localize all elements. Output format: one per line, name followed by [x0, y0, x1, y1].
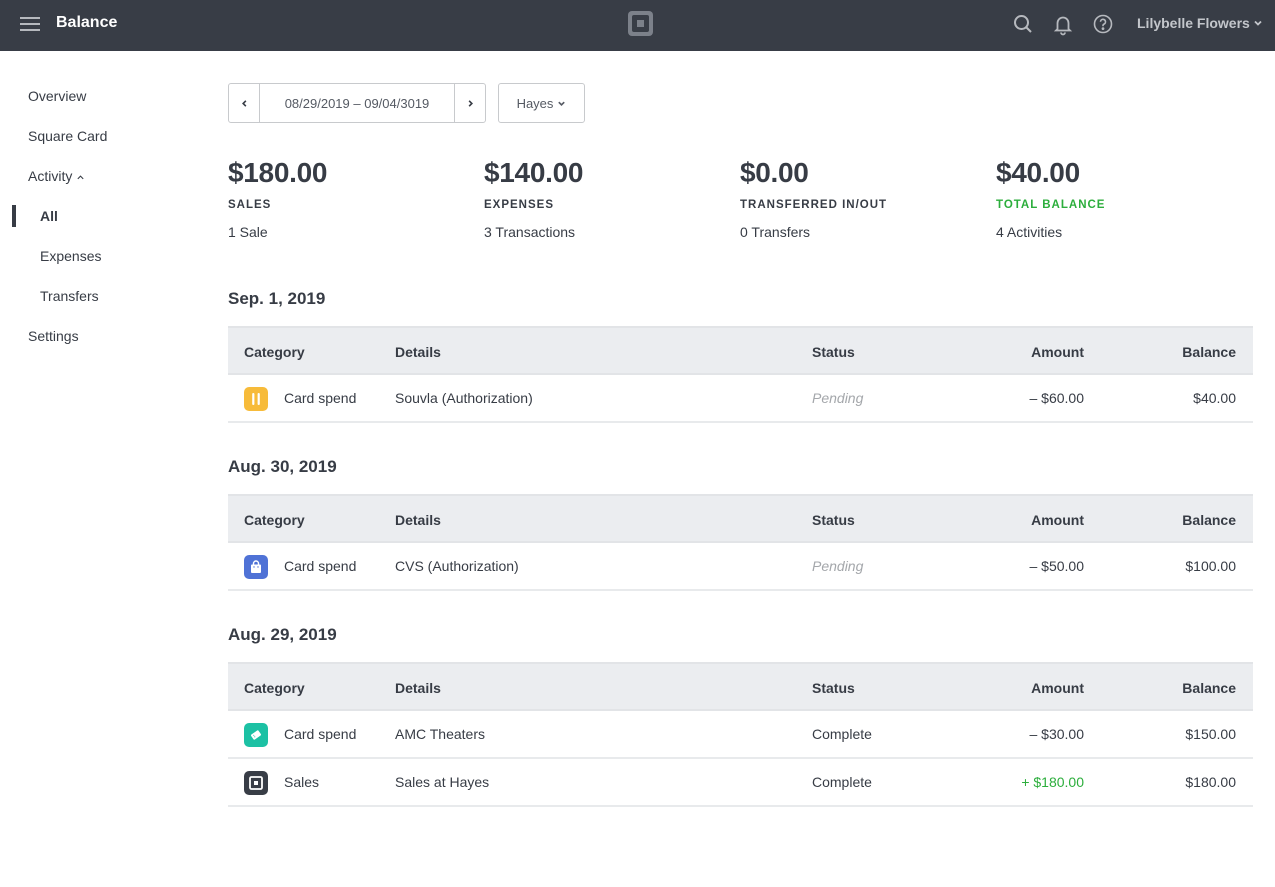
summary-sales: $180.00 SALES 1 Sale	[228, 157, 468, 240]
help-icon[interactable]	[1091, 12, 1115, 36]
sidebar-item-expenses[interactable]: Expenses	[40, 248, 101, 264]
header-category: Category	[244, 512, 305, 528]
stat-label: SALES	[228, 199, 272, 211]
page-title: Balance	[56, 14, 118, 31]
summary-transfers: $0.00 TRANSFERRED IN/OUT 0 Transfers	[740, 157, 980, 240]
chevron-right-icon	[468, 99, 473, 107]
row-amount: – $50.00	[1029, 558, 1085, 574]
table-row[interactable]: Card spend AMC Theaters Complete – $30.0…	[228, 711, 1253, 759]
square-logo-icon[interactable]	[628, 11, 653, 36]
sidebar-item-overview[interactable]: Overview	[28, 88, 86, 104]
stat-label: EXPENSES	[484, 199, 554, 211]
stat-count: 3 Transactions	[484, 224, 576, 240]
row-amount: + $180.00	[1021, 774, 1084, 790]
row-balance: $100.00	[1185, 558, 1236, 574]
stat-amount: $0.00	[740, 157, 809, 188]
square-logo-icon	[244, 771, 268, 795]
summary-total-balance: $40.00 TOTAL BALANCE 4 Activities	[996, 157, 1236, 240]
row-details: Souvla (Authorization)	[395, 390, 533, 406]
sidebar-item-settings[interactable]: Settings	[28, 328, 79, 344]
header-category: Category	[244, 344, 305, 360]
location-value: Hayes	[516, 95, 554, 111]
header-status: Status	[812, 512, 855, 528]
top-bar: Balance Lilybelle Flowers	[0, 0, 1275, 51]
previous-period-button[interactable]	[229, 84, 260, 122]
stat-count: 4 Activities	[996, 224, 1063, 240]
stat-label: TRANSFERRED IN/OUT	[740, 199, 888, 211]
active-indicator	[12, 205, 16, 227]
row-status: Pending	[812, 390, 864, 406]
sidebar-item-transfers[interactable]: Transfers	[40, 288, 99, 304]
table-header: Category Details Status Amount Balance	[228, 494, 1253, 543]
bell-icon[interactable]	[1051, 12, 1075, 36]
sidebar-item-all[interactable]: All	[40, 208, 58, 224]
hamburger-icon[interactable]	[20, 17, 40, 31]
row-category: Card spend	[284, 726, 357, 742]
header-balance: Balance	[1182, 680, 1236, 696]
row-details: CVS (Authorization)	[395, 558, 519, 574]
row-amount: – $30.00	[1029, 726, 1085, 742]
activity-table: Category Details Status Amount Balance C…	[228, 494, 1253, 591]
table-header: Category Details Status Amount Balance	[228, 326, 1253, 375]
user-menu[interactable]: Lilybelle Flowers	[1137, 15, 1263, 31]
chevron-down-icon	[1254, 20, 1262, 26]
table-row[interactable]: Sales Sales at Hayes Complete + $180.00 …	[228, 759, 1253, 807]
chevron-left-icon	[241, 99, 246, 107]
header-details: Details	[395, 512, 441, 528]
header-status: Status	[812, 344, 855, 360]
ticket-icon	[244, 723, 268, 747]
header-balance: Balance	[1182, 344, 1236, 360]
row-status: Pending	[812, 558, 864, 574]
header-amount: Amount	[1031, 512, 1084, 528]
search-icon[interactable]	[1011, 12, 1035, 36]
summary-expenses: $140.00 EXPENSES 3 Transactions	[484, 157, 724, 240]
stat-amount: $180.00	[228, 157, 328, 188]
location-dropdown[interactable]: Hayes	[498, 83, 585, 123]
row-category: Card spend	[284, 390, 357, 406]
user-name: Lilybelle Flowers	[1137, 15, 1250, 31]
date-range-value[interactable]: 08/29/2019 – 09/04/3019	[260, 84, 454, 122]
header-category: Category	[244, 680, 305, 696]
section-date: Aug. 30, 2019	[228, 457, 337, 476]
chevron-down-icon	[558, 101, 566, 106]
header-balance: Balance	[1182, 512, 1236, 528]
shopping-bag-icon	[244, 555, 268, 579]
stat-count: 0 Transfers	[740, 224, 811, 240]
sidebar-item-activity[interactable]: Activity	[28, 168, 85, 184]
section-date: Sep. 1, 2019	[228, 289, 326, 308]
header-details: Details	[395, 344, 441, 360]
row-details: AMC Theaters	[395, 726, 485, 742]
activity-table: Category Details Status Amount Balance C…	[228, 326, 1253, 423]
utensils-icon	[244, 387, 268, 411]
row-amount: – $60.00	[1029, 390, 1085, 406]
table-header: Category Details Status Amount Balance	[228, 662, 1253, 711]
stat-label: TOTAL BALANCE	[996, 199, 1106, 211]
row-status: Complete	[812, 774, 872, 790]
row-category: Card spend	[284, 558, 357, 574]
table-row[interactable]: Card spend Souvla (Authorization) Pendin…	[228, 375, 1253, 423]
row-status: Complete	[812, 726, 872, 742]
chevron-up-icon	[77, 175, 84, 180]
sidebar-item-square-card[interactable]: Square Card	[28, 128, 107, 144]
header-amount: Amount	[1031, 680, 1084, 696]
header-details: Details	[395, 680, 441, 696]
row-details: Sales at Hayes	[395, 774, 490, 790]
stat-count: 1 Sale	[228, 224, 268, 240]
stat-amount: $40.00	[996, 157, 1080, 188]
table-row[interactable]: Card spend CVS (Authorization) Pending –…	[228, 543, 1253, 591]
header-amount: Amount	[1031, 344, 1084, 360]
row-balance: $40.00	[1193, 390, 1236, 406]
activity-table: Category Details Status Amount Balance C…	[228, 662, 1253, 807]
header-status: Status	[812, 680, 855, 696]
section-date: Aug. 29, 2019	[228, 625, 337, 644]
row-balance: $180.00	[1185, 774, 1236, 790]
sidebar-item-label: Activity	[28, 168, 73, 184]
stat-amount: $140.00	[484, 157, 584, 188]
date-range-picker: 08/29/2019 – 09/04/3019	[228, 83, 486, 123]
next-period-button[interactable]	[454, 84, 485, 122]
row-balance: $150.00	[1185, 726, 1236, 742]
row-category: Sales	[284, 774, 320, 790]
